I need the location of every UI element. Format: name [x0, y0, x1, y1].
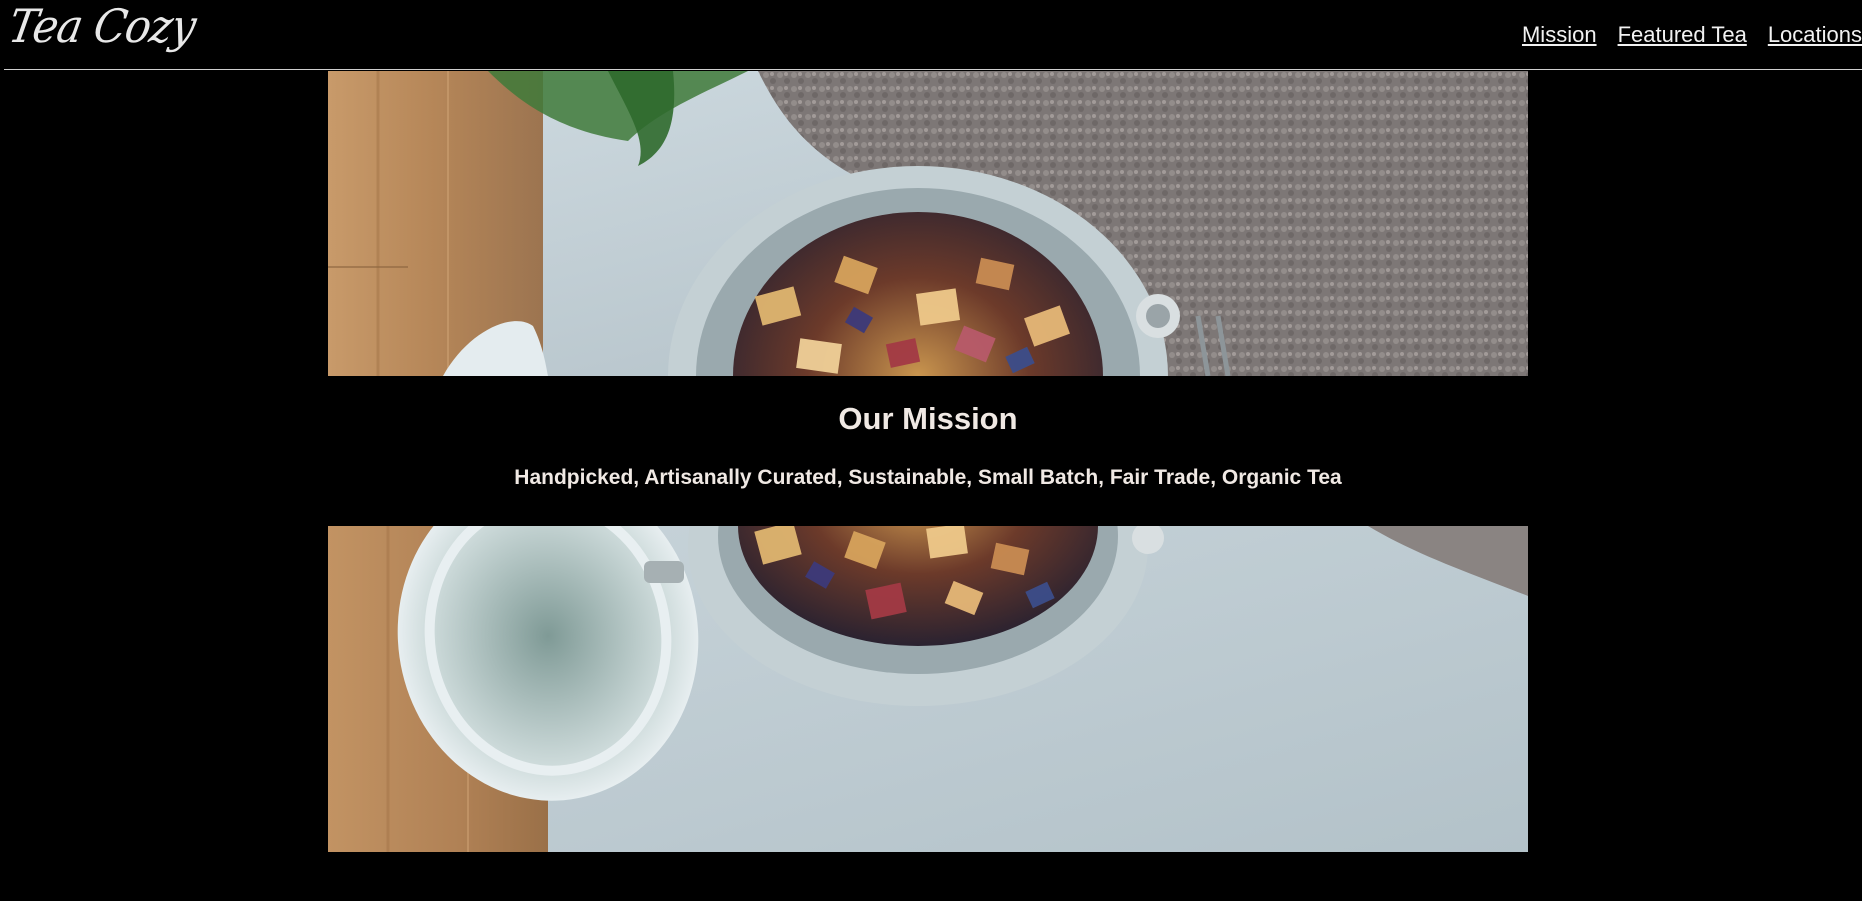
site-header: Tea Cozy Mission Featured Tea Locations: [4, 0, 1862, 70]
main-nav: Mission Featured Tea Locations: [1522, 20, 1862, 50]
nav-link-locations[interactable]: Locations: [1768, 20, 1862, 50]
mission-title: Our Mission: [838, 401, 1018, 436]
logo[interactable]: Tea Cozy: [5, 0, 200, 53]
nav-link-featured-tea[interactable]: Featured Tea: [1618, 20, 1747, 50]
tea-jar-photo-bottom: [328, 526, 1528, 852]
nav-link-mission[interactable]: Mission: [1522, 20, 1597, 50]
hero-image-top: [328, 71, 1528, 376]
hero-image-bottom: [328, 526, 1528, 852]
tea-jar-photo-top: [328, 71, 1528, 376]
mission-section: Our Mission Handpicked, Artisanally Cura…: [328, 376, 1528, 526]
mission-subtitle: Handpicked, Artisanally Curated, Sustain…: [514, 466, 1342, 489]
page: Tea Cozy Mission Featured Tea Locations: [0, 0, 1862, 901]
